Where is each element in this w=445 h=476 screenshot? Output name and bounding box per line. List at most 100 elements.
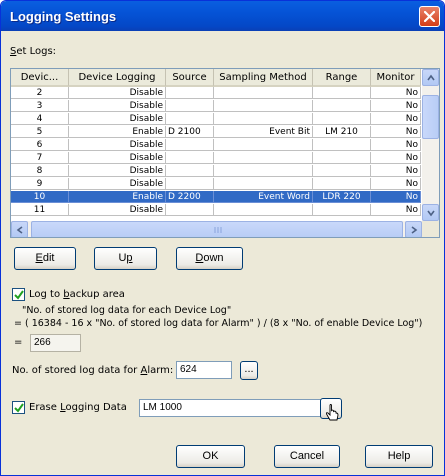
horizontal-scroll-thumb[interactable] bbox=[31, 221, 403, 237]
cell-device-logging: Disable bbox=[69, 139, 166, 151]
chevron-left-icon bbox=[16, 226, 23, 234]
chevron-up-icon bbox=[427, 74, 435, 81]
table-row[interactable]: 3 Disable No bbox=[11, 100, 421, 112]
down-button[interactable]: Down bbox=[176, 247, 243, 270]
table-row[interactable]: 11 Disable No bbox=[11, 204, 421, 216]
table-row[interactable]: 4 Disable No bbox=[11, 113, 421, 125]
cell-device-logging: Disable bbox=[69, 178, 166, 190]
formula-line-1: "No. of stored log data for each Device … bbox=[22, 305, 232, 316]
table-row[interactable]: 2 Disable No bbox=[11, 87, 421, 99]
browse-button[interactable]: ... bbox=[240, 361, 258, 380]
chevron-right-icon bbox=[411, 226, 418, 234]
cell-source bbox=[166, 113, 214, 125]
table-row[interactable]: 5 Enable D 2100 Event Bit LM 210 No bbox=[11, 126, 421, 138]
cell-device-number: 8 bbox=[11, 165, 69, 177]
cell-device-number: 10 bbox=[11, 191, 69, 203]
cell-device-number: 5 bbox=[11, 126, 69, 138]
column-header-range[interactable]: Range bbox=[313, 69, 371, 87]
cell-device-number: 3 bbox=[11, 100, 69, 112]
close-button[interactable] bbox=[419, 6, 440, 27]
cell-monitor: No bbox=[371, 139, 421, 151]
cell-source: D 2100 bbox=[166, 126, 214, 138]
cell-monitor: No bbox=[371, 126, 421, 138]
column-header-source[interactable]: Source bbox=[166, 69, 214, 87]
cell-sampling-method: Event Word bbox=[214, 191, 313, 203]
formula-equals: = bbox=[14, 337, 23, 348]
title-bar[interactable]: Logging Settings bbox=[1, 1, 444, 31]
cell-monitor: No bbox=[371, 178, 421, 190]
cell-range: LM 210 bbox=[313, 126, 371, 138]
horizontal-scrollbar[interactable] bbox=[11, 221, 422, 237]
cell-source bbox=[166, 165, 214, 177]
log-backup-label[interactable]: Log to backup area bbox=[29, 289, 125, 300]
cell-source bbox=[166, 100, 214, 112]
cell-range bbox=[313, 178, 371, 190]
erase-address-browse-button[interactable] bbox=[320, 398, 342, 421]
edit-button[interactable]: Edit bbox=[14, 247, 76, 270]
set-logs-label: Set Logs: bbox=[10, 46, 57, 57]
column-header-monitor[interactable]: Monitor bbox=[371, 69, 421, 87]
table-row[interactable]: 6 Disable No bbox=[11, 139, 421, 151]
alarm-label: No. of stored log data for Alarm: bbox=[12, 365, 174, 376]
log-backup-checkbox[interactable] bbox=[12, 288, 25, 301]
cell-range bbox=[313, 87, 371, 99]
erase-address-input[interactable]: LM 1000 bbox=[139, 399, 321, 417]
cell-source bbox=[166, 87, 214, 99]
vertical-scrollbar[interactable] bbox=[422, 69, 439, 221]
help-button[interactable]: Help bbox=[365, 445, 433, 468]
scroll-down-button[interactable] bbox=[422, 204, 439, 221]
erase-logging-checkbox[interactable] bbox=[12, 401, 25, 414]
scroll-left-button[interactable] bbox=[11, 221, 28, 237]
alarm-count-input[interactable]: 624 bbox=[176, 361, 232, 379]
cell-device-number: 9 bbox=[11, 178, 69, 190]
erase-logging-label[interactable]: Erase Logging Data bbox=[29, 402, 127, 413]
column-header-device[interactable]: Devic... bbox=[11, 69, 69, 87]
cell-range: LDR 220 bbox=[313, 191, 371, 203]
cell-device-number: 2 bbox=[11, 87, 69, 99]
table-row[interactable]: 10 Enable D 2200 Event Word LDR 220 No bbox=[11, 191, 421, 203]
checkmark-icon bbox=[14, 403, 24, 413]
cell-device-number: 6 bbox=[11, 139, 69, 151]
cell-device-logging: Disable bbox=[69, 165, 166, 177]
cell-range bbox=[313, 100, 371, 112]
cancel-button[interactable]: Cancel bbox=[274, 445, 340, 468]
cell-sampling-method bbox=[214, 152, 313, 164]
cell-source bbox=[166, 204, 214, 216]
chevron-down-icon bbox=[427, 210, 435, 217]
cell-device-logging: Disable bbox=[69, 204, 166, 216]
ok-button[interactable]: OK bbox=[176, 445, 245, 468]
table-row[interactable]: 7 Disable No bbox=[11, 152, 421, 164]
scrollbar-corner bbox=[422, 221, 439, 237]
window-title: Logging Settings bbox=[10, 9, 117, 24]
up-button[interactable]: Up bbox=[94, 247, 157, 270]
scroll-right-button[interactable] bbox=[405, 221, 422, 237]
device-log-table[interactable]: Devic... Device Logging Source Sampling … bbox=[10, 68, 440, 238]
cell-range bbox=[313, 113, 371, 125]
cell-device-logging: Disable bbox=[69, 113, 166, 125]
formula-line-2: = ( 16384 - 16 x "No. of stored log data… bbox=[14, 318, 423, 329]
vertical-scroll-thumb[interactable] bbox=[422, 95, 439, 139]
cell-sampling-method bbox=[214, 100, 313, 112]
cell-sampling-method: Event Bit bbox=[214, 126, 313, 138]
cell-sampling-method bbox=[214, 204, 313, 216]
cell-sampling-method bbox=[214, 165, 313, 177]
device-log-count-field: 266 bbox=[30, 334, 81, 352]
table-header: Devic... Device Logging Source Sampling … bbox=[11, 69, 421, 87]
cell-monitor: No bbox=[371, 152, 421, 164]
cell-monitor: No bbox=[371, 191, 421, 203]
cell-device-logging: Disable bbox=[69, 87, 166, 99]
table-body: 2 Disable No 3 Disable No 4 Disable No 5 Enable D 2… bbox=[11, 87, 421, 221]
table-row[interactable]: 9 Disable No bbox=[11, 178, 421, 190]
cell-device-number: 4 bbox=[11, 113, 69, 125]
cell-monitor: No bbox=[371, 87, 421, 99]
table-row[interactable]: 8 Disable No bbox=[11, 165, 421, 177]
cell-sampling-method bbox=[214, 178, 313, 190]
cell-sampling-method bbox=[214, 139, 313, 151]
cell-monitor: No bbox=[371, 113, 421, 125]
cell-range bbox=[313, 139, 371, 151]
cell-device-logging: Enable bbox=[69, 191, 166, 203]
checkmark-icon bbox=[14, 290, 24, 300]
column-header-sampling-method[interactable]: Sampling Method bbox=[214, 69, 313, 87]
scroll-up-button[interactable] bbox=[422, 69, 439, 86]
column-header-device-logging[interactable]: Device Logging bbox=[69, 69, 166, 87]
